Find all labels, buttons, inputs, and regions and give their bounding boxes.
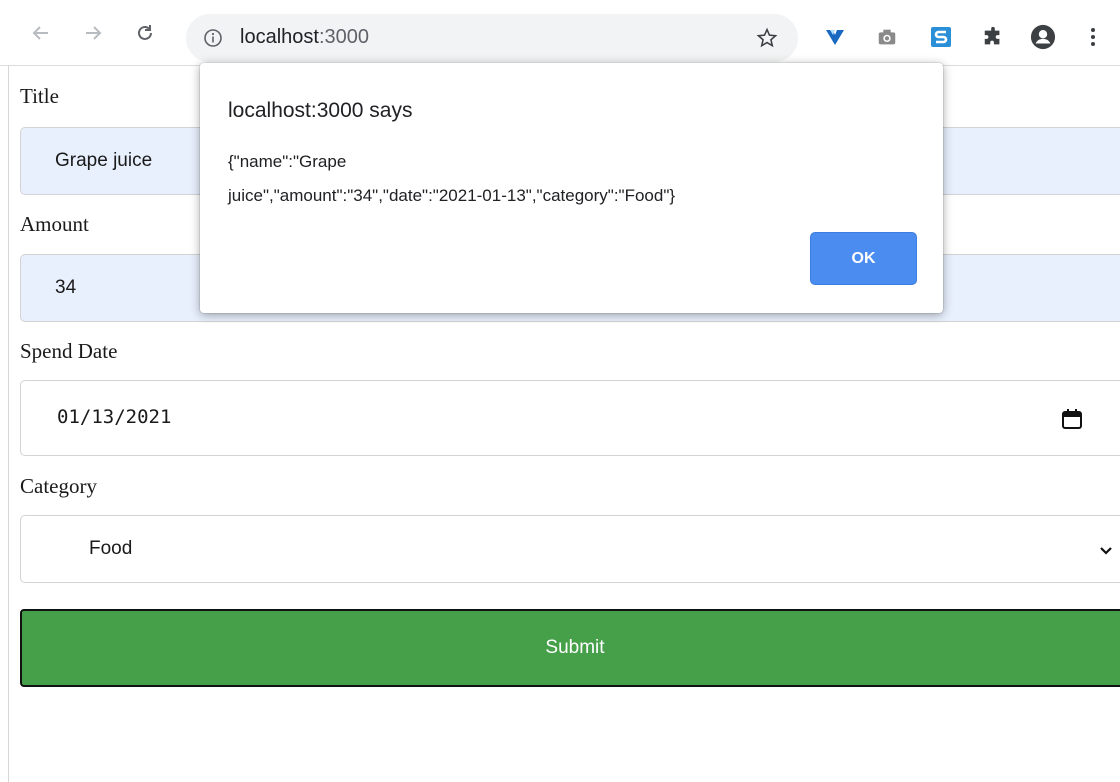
submit-button[interactable]: Submit bbox=[20, 609, 1120, 687]
reload-icon bbox=[138, 25, 152, 40]
dialog-message: {"name":"Grape juice","amount":"34","dat… bbox=[228, 152, 676, 205]
camera-extension-button[interactable] bbox=[874, 24, 900, 50]
info-icon bbox=[204, 29, 222, 47]
bookmark-button[interactable] bbox=[754, 25, 780, 51]
address-bar[interactable]: localhost:3000 bbox=[186, 14, 798, 62]
star-icon bbox=[756, 27, 778, 48]
profile-icon bbox=[1030, 24, 1056, 50]
back-button[interactable] bbox=[28, 20, 54, 46]
category-label: Category bbox=[20, 474, 97, 498]
forward-button[interactable] bbox=[80, 20, 106, 46]
puzzle-icon bbox=[984, 26, 1000, 45]
url-host: localhost bbox=[240, 26, 319, 48]
profile-button[interactable] bbox=[1030, 24, 1056, 50]
page-border bbox=[8, 66, 9, 782]
url-text: localhost:3000 bbox=[240, 26, 369, 49]
reload-button[interactable] bbox=[132, 20, 158, 46]
amount-input-value: 34 bbox=[55, 277, 77, 298]
category-selected-value: Food bbox=[89, 538, 133, 559]
ok-button[interactable]: OK bbox=[810, 232, 917, 285]
vuetify-extension-button[interactable] bbox=[822, 24, 848, 50]
spend-date-input[interactable]: 01/13/2021 bbox=[20, 380, 1120, 456]
category-select[interactable]: Food bbox=[20, 515, 1120, 583]
browser-toolbar: localhost:3000 bbox=[0, 0, 1120, 66]
spend-date-label: Spend Date bbox=[20, 339, 118, 363]
arrow-left-icon bbox=[32, 26, 48, 40]
url-port: :3000 bbox=[318, 26, 369, 48]
camera-icon bbox=[878, 29, 896, 45]
calendar-icon[interactable] bbox=[1061, 408, 1083, 430]
spend-date-value: 01/13/2021 bbox=[57, 406, 172, 428]
title-label: Title bbox=[20, 84, 59, 108]
amount-label: Amount bbox=[20, 212, 89, 236]
dialog-title: localhost:3000 says bbox=[228, 99, 413, 122]
more-vert-icon bbox=[1091, 28, 1095, 46]
vuetify-icon bbox=[826, 30, 844, 45]
browser-menu-button[interactable] bbox=[1080, 24, 1106, 50]
arrow-right-icon bbox=[86, 26, 102, 40]
s-extension-icon bbox=[931, 27, 951, 47]
chevron-down-icon bbox=[1100, 547, 1112, 555]
alert-dialog: localhost:3000 says {"name":"Grape juice… bbox=[200, 63, 943, 313]
s-extension-button[interactable] bbox=[928, 24, 954, 50]
site-info-button[interactable] bbox=[202, 27, 224, 49]
extensions-button[interactable] bbox=[980, 24, 1006, 50]
title-input-value: Grape juice bbox=[55, 150, 153, 171]
